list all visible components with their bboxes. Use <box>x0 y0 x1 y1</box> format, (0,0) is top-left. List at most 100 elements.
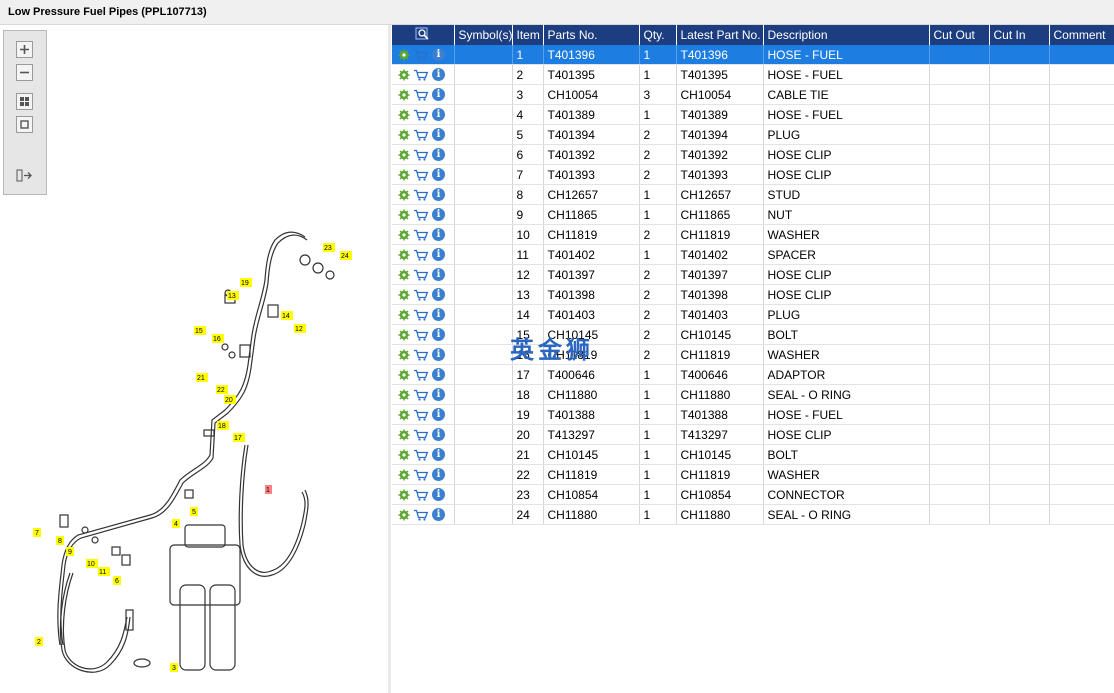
cart-icon[interactable] <box>413 409 429 421</box>
cart-icon[interactable] <box>413 109 429 121</box>
gear-icon[interactable] <box>398 409 410 421</box>
info-icon[interactable]: i <box>432 168 445 181</box>
table-row[interactable]: i 2 T401395 1 T401395 HOSE - FUEL <box>392 64 1114 85</box>
table-row[interactable]: i 20 T413297 1 T413297 HOSE CLIP <box>392 424 1114 445</box>
table-row[interactable]: i 12 T401397 2 T401397 HOSE CLIP <box>392 264 1114 285</box>
gear-icon[interactable] <box>398 69 410 81</box>
gear-icon[interactable] <box>398 489 410 501</box>
gear-icon[interactable] <box>398 449 410 461</box>
info-icon[interactable]: i <box>432 448 445 461</box>
info-icon[interactable]: i <box>432 328 445 341</box>
info-icon[interactable]: i <box>432 128 445 141</box>
gear-icon[interactable] <box>398 189 410 201</box>
table-row[interactable]: i 6 T401392 2 T401392 HOSE CLIP <box>392 144 1114 165</box>
info-icon[interactable]: i <box>432 368 445 381</box>
info-icon[interactable]: i <box>432 108 445 121</box>
cart-icon[interactable] <box>413 269 429 281</box>
column-header-item[interactable]: Item <box>512 25 544 45</box>
pane-splitter[interactable] <box>388 25 391 693</box>
gear-icon[interactable] <box>398 309 410 321</box>
zoom-out-button[interactable] <box>16 64 33 81</box>
table-row[interactable]: i 22 CH11819 1 CH11819 WASHER <box>392 464 1114 485</box>
cart-icon[interactable] <box>413 349 429 361</box>
cart-icon[interactable] <box>413 289 429 301</box>
cart-icon[interactable] <box>413 129 429 141</box>
table-row[interactable]: i 11 T401402 1 T401402 SPACER <box>392 244 1114 265</box>
table-row[interactable]: i 14 T401403 2 T401403 PLUG <box>392 304 1114 325</box>
table-row[interactable]: i 19 T401388 1 T401388 HOSE - FUEL <box>392 404 1114 425</box>
gear-icon[interactable] <box>398 209 410 221</box>
column-header-qty[interactable]: Qty. <box>639 25 677 45</box>
table-row[interactable]: i 15 CH10145 2 CH10145 BOLT <box>392 324 1114 345</box>
table-row[interactable]: i 3 CH10054 3 CH10054 CABLE TIE <box>392 84 1114 105</box>
table-row[interactable]: i 8 CH12657 1 CH12657 STUD <box>392 184 1114 205</box>
exploded-diagram[interactable]: 1 2 3 4 5 6 7 8 9 10 11 12 13 14 15 16 1… <box>0 25 388 693</box>
info-icon[interactable]: i <box>432 228 445 241</box>
info-icon[interactable]: i <box>432 208 445 221</box>
gear-icon[interactable] <box>398 349 410 361</box>
gear-icon[interactable] <box>398 229 410 241</box>
gear-icon[interactable] <box>398 369 410 381</box>
cart-icon[interactable] <box>413 429 429 441</box>
cart-icon[interactable] <box>413 169 429 181</box>
cart-icon[interactable] <box>413 309 429 321</box>
info-icon[interactable]: i <box>432 88 445 101</box>
gear-icon[interactable] <box>398 289 410 301</box>
table-row[interactable]: i 21 CH10145 1 CH10145 BOLT <box>392 444 1114 465</box>
table-row[interactable]: i 24 CH11880 1 CH11880 SEAL - O RING <box>392 504 1114 525</box>
cart-icon[interactable] <box>413 449 429 461</box>
cart-icon[interactable] <box>413 389 429 401</box>
cart-icon[interactable] <box>413 229 429 241</box>
table-row[interactable]: i 17 T400646 1 T400646 ADAPTOR <box>392 364 1114 385</box>
info-icon[interactable]: i <box>432 348 445 361</box>
gear-icon[interactable] <box>398 109 410 121</box>
table-row[interactable]: i 23 CH10854 1 CH10854 CONNECTOR <box>392 484 1114 505</box>
gear-icon[interactable] <box>398 49 410 61</box>
info-icon[interactable]: i <box>432 288 445 301</box>
gear-icon[interactable] <box>398 269 410 281</box>
info-icon[interactable]: i <box>432 508 445 521</box>
table-row[interactable]: i 4 T401389 1 T401389 HOSE - FUEL <box>392 104 1114 125</box>
column-header-description[interactable]: Description <box>763 25 930 45</box>
cart-icon[interactable] <box>413 209 429 221</box>
table-row[interactable]: i 16 CH11819 2 CH11819 WASHER <box>392 344 1114 365</box>
table-row[interactable]: i 5 T401394 2 T401394 PLUG <box>392 124 1114 145</box>
zoom-in-button[interactable] <box>16 41 33 58</box>
cart-icon[interactable] <box>413 369 429 381</box>
info-icon[interactable]: i <box>432 148 445 161</box>
column-header-cut-in[interactable]: Cut In <box>989 25 1050 45</box>
cart-icon[interactable] <box>413 249 429 261</box>
table-row[interactable]: i 18 CH11880 1 CH11880 SEAL - O RING <box>392 384 1114 405</box>
cart-icon[interactable] <box>413 69 429 81</box>
column-header-latest-part-no[interactable]: Latest Part No. <box>676 25 764 45</box>
column-header-comment[interactable]: Comment <box>1049 25 1114 45</box>
info-icon[interactable]: i <box>432 248 445 261</box>
cart-icon[interactable] <box>413 489 429 501</box>
gear-icon[interactable] <box>398 129 410 141</box>
gear-icon[interactable] <box>398 509 410 521</box>
column-header-parts-no[interactable]: Parts No. <box>543 25 640 45</box>
info-icon[interactable]: i <box>432 388 445 401</box>
cart-icon[interactable] <box>413 149 429 161</box>
column-header-cut-out[interactable]: Cut Out <box>929 25 990 45</box>
gear-icon[interactable] <box>398 149 410 161</box>
export-button[interactable] <box>16 168 33 185</box>
fit-page-button[interactable] <box>16 93 33 110</box>
cart-icon[interactable] <box>413 469 429 481</box>
gear-icon[interactable] <box>398 169 410 181</box>
cart-icon[interactable] <box>413 509 429 521</box>
column-header-symbols[interactable]: Symbol(s) <box>454 25 513 45</box>
gear-icon[interactable] <box>398 469 410 481</box>
info-icon[interactable]: i <box>432 68 445 81</box>
info-icon[interactable]: i <box>432 268 445 281</box>
diagram-pane[interactable]: 1 2 3 4 5 6 7 8 9 10 11 12 13 14 15 16 1… <box>0 25 389 693</box>
gear-icon[interactable] <box>398 329 410 341</box>
column-header-actions[interactable] <box>392 25 455 45</box>
gear-icon[interactable] <box>398 429 410 441</box>
table-row[interactable]: i 9 CH11865 1 CH11865 NUT <box>392 204 1114 225</box>
cart-icon[interactable] <box>413 189 429 201</box>
info-icon[interactable]: i <box>432 188 445 201</box>
info-icon[interactable]: i <box>432 428 445 441</box>
table-row[interactable]: i 10 CH11819 2 CH11819 WASHER <box>392 224 1114 245</box>
info-icon[interactable]: i <box>432 308 445 321</box>
